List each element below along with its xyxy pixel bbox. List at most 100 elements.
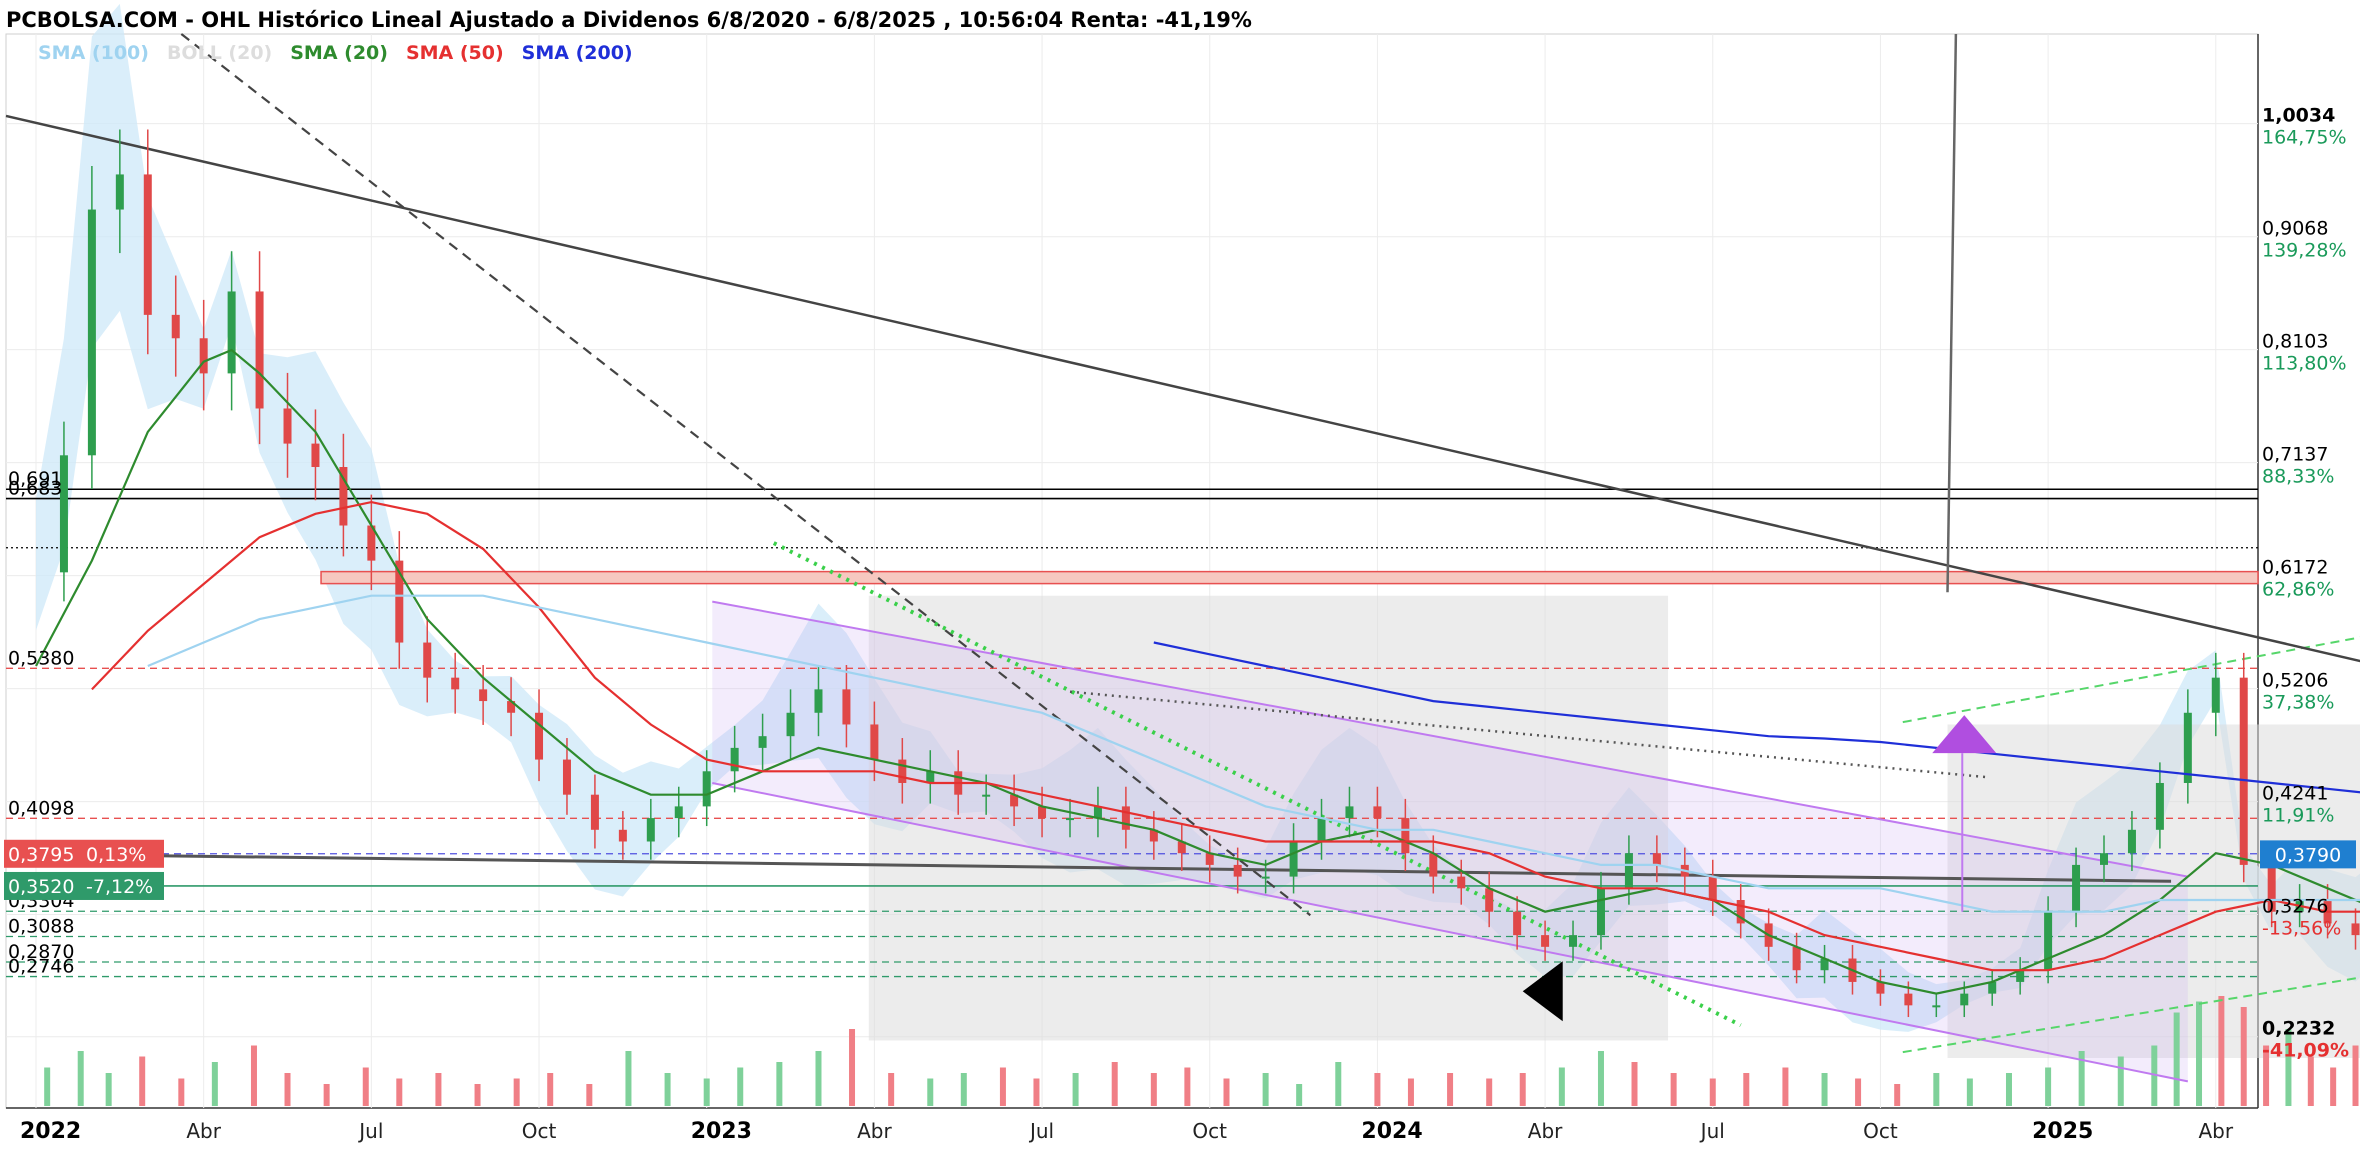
x-tick-label: Oct <box>522 1119 557 1143</box>
volume-bar <box>2240 1007 2247 1106</box>
legend-item: SMA (100) <box>38 42 149 64</box>
volume-bar <box>1407 1078 1414 1106</box>
candle-body <box>842 689 851 725</box>
y-tick-label: 0,3276 <box>2262 896 2328 918</box>
volume-bar <box>1966 1078 1973 1106</box>
volume-bar <box>927 1078 934 1106</box>
volume-bar <box>1111 1062 1118 1106</box>
candle-body <box>283 408 292 444</box>
candle-body <box>1261 876 1270 879</box>
candle-body <box>171 314 180 339</box>
volume-bar <box>1072 1073 1079 1106</box>
volume-bar <box>888 1073 895 1106</box>
volume-bar <box>664 1073 671 1106</box>
volume-bar <box>323 1084 330 1106</box>
x-tick-label: Jul <box>1028 1119 1054 1143</box>
candle-body <box>730 747 739 772</box>
volume-bar <box>776 1062 783 1106</box>
candle-body <box>1345 806 1354 819</box>
volume-bar <box>2045 1067 2052 1106</box>
candle-body <box>674 806 683 819</box>
volume-bar <box>586 1084 593 1106</box>
y-tick-pct: 88,33% <box>2262 466 2334 488</box>
volume-bar <box>1184 1067 1191 1106</box>
candle-body <box>590 794 599 830</box>
candle-body <box>1708 876 1717 901</box>
candle-body <box>1904 993 1913 1006</box>
volume-bar <box>849 1029 856 1106</box>
candle-body <box>451 677 460 690</box>
candle-body <box>982 794 991 797</box>
candle-body <box>814 689 823 713</box>
x-tick-label: 2023 <box>691 1119 752 1144</box>
candle-body <box>1541 935 1550 947</box>
candle-body <box>1066 818 1074 821</box>
left-level-label: 0,4098 <box>8 797 74 819</box>
candle-body <box>786 712 795 737</box>
candle-body <box>2155 782 2164 830</box>
candle-body <box>2351 923 2360 936</box>
candle-body <box>1569 935 1578 947</box>
x-tick-label: Oct <box>1863 1119 1898 1143</box>
volume-bar <box>284 1073 291 1106</box>
volume-bar <box>1709 1078 1716 1106</box>
candle-body <box>758 736 767 748</box>
candle-body <box>1932 1005 1941 1008</box>
legend-item: SMA (20) <box>290 42 388 64</box>
candle-body <box>1485 888 1494 912</box>
volume-bar <box>178 1078 185 1106</box>
volume-bar <box>1033 1078 1040 1106</box>
volume-bar <box>250 1045 257 1106</box>
y-tick-label: 0,5206 <box>2262 670 2328 692</box>
candle-body <box>1093 806 1102 819</box>
candle-body <box>646 818 655 842</box>
candle-body <box>898 759 907 783</box>
volume-bar <box>1335 1062 1342 1106</box>
badge-price: 0,3520 <box>8 876 74 898</box>
candle-body <box>1205 853 1214 865</box>
y-tick-pct: 37,38% <box>2262 692 2334 714</box>
volume-bar <box>2307 1056 2314 1106</box>
legend-item: BOLL (20) <box>167 42 272 64</box>
candle-body <box>115 174 124 210</box>
candle-body <box>479 689 488 702</box>
volume-bar <box>105 1073 112 1106</box>
resistance-band <box>320 570 2259 585</box>
candle-body <box>199 338 208 374</box>
candle-body <box>562 759 571 795</box>
y-tick-label: 1,0034 <box>2262 105 2335 127</box>
y-tick-pct: 113,80% <box>2262 353 2347 375</box>
candle-body <box>870 724 879 760</box>
candle-body <box>1373 806 1382 819</box>
candle-body <box>227 291 236 374</box>
volume-bar <box>2352 1045 2359 1106</box>
y-tick-label: 0,8103 <box>2262 331 2328 353</box>
volume-bar <box>1933 1073 1940 1106</box>
candle-body <box>2100 853 2108 865</box>
volume-bar <box>1743 1073 1750 1106</box>
chart-title: PCBOLSA.COM - OHL Histórico Lineal Ajust… <box>6 8 1252 32</box>
volume-bar <box>2173 1012 2180 1106</box>
volume-bar <box>1597 1051 1604 1106</box>
candle-body <box>2127 829 2136 854</box>
volume-bar <box>396 1078 403 1106</box>
candle-body <box>143 174 152 315</box>
volume-bar <box>2117 1056 2124 1106</box>
candle-body <box>1233 864 1242 877</box>
volume-bar <box>1855 1078 1862 1106</box>
y-tick-pct: 139,28% <box>2262 240 2347 262</box>
y-tick-label: 0,6172 <box>2262 557 2328 579</box>
y-tick-pct: 62,86% <box>2262 579 2334 601</box>
y-tick-label: 0,4241 <box>2262 783 2328 805</box>
volume-bar <box>1894 1084 1901 1106</box>
candle-body <box>2211 677 2220 713</box>
volume-bar <box>815 1051 822 1106</box>
left-level-label: 0,3088 <box>8 916 74 938</box>
volume-bar <box>139 1056 146 1106</box>
candle-body <box>1876 981 1885 994</box>
candle-body <box>1457 876 1466 889</box>
volume-bar <box>1782 1067 1789 1106</box>
candle-body <box>2044 911 2053 971</box>
x-tick-label: Oct <box>1192 1119 1227 1143</box>
volume-bar <box>1821 1073 1828 1106</box>
